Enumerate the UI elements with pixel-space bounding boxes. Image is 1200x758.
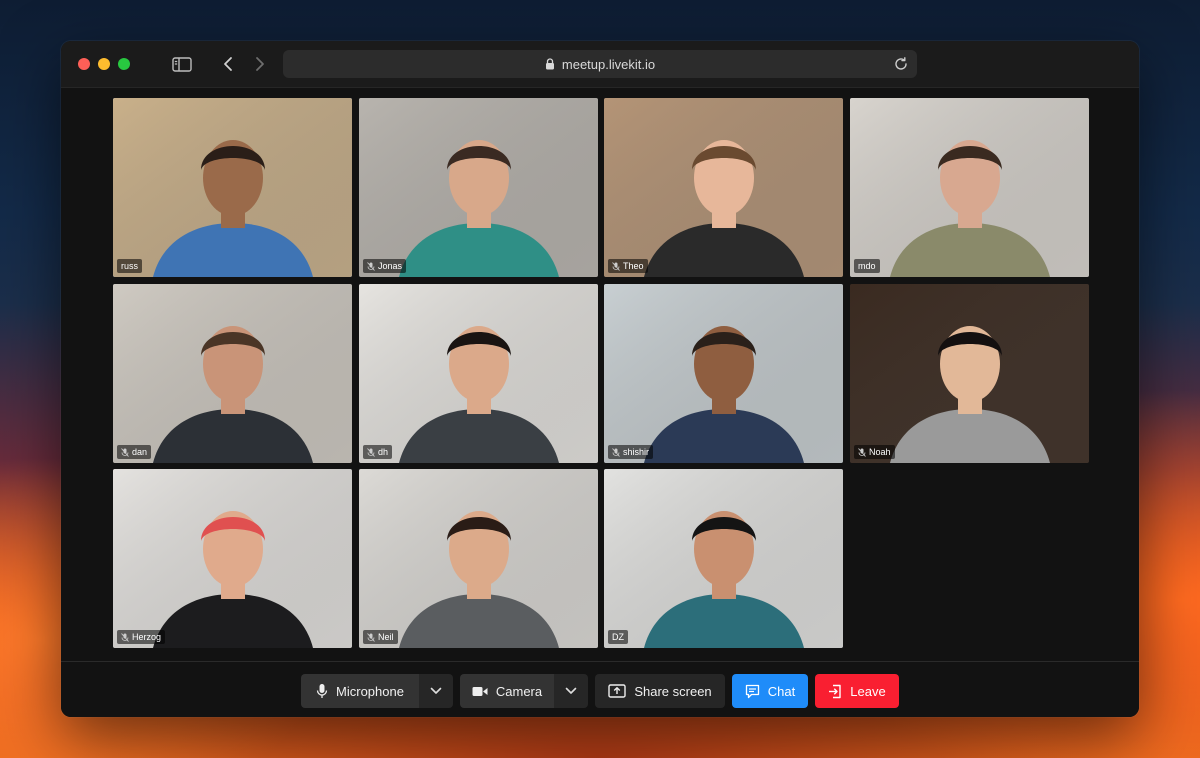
participant-tile[interactable]: Noah: [850, 284, 1089, 463]
participant-tile[interactable]: Theo: [604, 98, 843, 277]
participant-video: [604, 284, 843, 463]
chat-icon: [745, 684, 759, 698]
camera-label: Camera: [495, 683, 543, 699]
leave-button[interactable]: Leave: [815, 674, 899, 708]
participant-name-tag: mdo: [854, 259, 880, 273]
url-display: meetup.livekit.io: [283, 50, 917, 78]
leave-label: Leave: [850, 683, 886, 699]
mic-muted-icon: [612, 261, 620, 271]
participant-name: dan: [132, 447, 148, 457]
mic-muted-icon: [858, 447, 866, 457]
microphone-button[interactable]: Microphone: [301, 674, 419, 708]
participant-name-tag: Neil: [363, 630, 398, 644]
share-screen-button[interactable]: Share screen: [595, 674, 725, 708]
participant-name: russ: [121, 261, 139, 271]
participant-tile[interactable]: russ: [113, 98, 352, 277]
participant-name: mdo: [858, 261, 876, 271]
window-minimize-button[interactable]: [98, 58, 110, 70]
mic-muted-icon: [367, 261, 375, 271]
participant-name: Noah: [869, 447, 891, 457]
control-bar: Microphone Camera Share screen Chat Leav…: [61, 661, 1139, 717]
participant-name: DZ: [612, 632, 624, 642]
sidebar-toggle-icon[interactable]: [171, 54, 193, 74]
participant-name-tag: dh: [363, 445, 393, 459]
participant-name: shishir: [623, 447, 650, 457]
leave-icon: [829, 684, 841, 698]
back-arrow-icon[interactable]: [219, 54, 237, 74]
participant-video: [359, 469, 598, 648]
microphone-options-button[interactable]: [419, 674, 453, 708]
mic-muted-icon: [121, 447, 129, 457]
participant-tile[interactable]: shishir: [604, 284, 843, 463]
participant-name-tag: DZ: [608, 630, 628, 644]
window-maximize-button[interactable]: [118, 58, 130, 70]
mic-muted-icon: [612, 447, 620, 457]
participant-video: [850, 284, 1089, 463]
participant-tile[interactable]: Jonas: [359, 98, 598, 277]
participant-name-tag: Noah: [854, 445, 895, 459]
chat-button[interactable]: Chat: [732, 674, 808, 708]
participant-name: dh: [378, 447, 389, 457]
participant-tile[interactable]: mdo: [850, 98, 1089, 277]
participant-name-tag: dan: [117, 445, 152, 459]
participant-name-tag: Herzog: [117, 630, 166, 644]
participant-video: [359, 284, 598, 463]
share-screen-label: Share screen: [634, 683, 712, 699]
participant-video: [604, 98, 843, 277]
mic-muted-icon: [367, 447, 375, 457]
title-bar: meetup.livekit.io: [61, 41, 1139, 88]
participant-name-tag: russ: [117, 259, 143, 273]
chat-label: Chat: [767, 683, 796, 699]
forward-arrow-icon[interactable]: [251, 54, 269, 74]
participant-video: [850, 98, 1089, 277]
participant-video: [113, 469, 352, 648]
participant-tile[interactable]: dh: [359, 284, 598, 463]
reload-icon[interactable]: [893, 56, 909, 72]
participant-name: Jonas: [378, 261, 403, 271]
participant-name-tag: shishir: [608, 445, 654, 459]
participant-tile[interactable]: Herzog: [113, 469, 352, 648]
participant-name: Neil: [378, 632, 394, 642]
participant-tile[interactable]: Neil: [359, 469, 598, 648]
microphone-icon: [316, 684, 328, 698]
browser-window: meetup.livekit.io russ Jonas Theo mdo dan dh s…: [61, 41, 1139, 717]
participant-tile[interactable]: DZ: [604, 469, 843, 648]
chevron-down-icon: [565, 687, 577, 694]
window-close-button[interactable]: [78, 58, 90, 70]
participant-name: Herzog: [132, 632, 162, 642]
participant-tile[interactable]: dan: [113, 284, 352, 463]
camera-options-button[interactable]: [554, 674, 588, 708]
chevron-down-icon: [430, 687, 442, 694]
lock-icon: [545, 58, 554, 70]
url-text: meetup.livekit.io: [561, 56, 656, 72]
participant-video: [604, 469, 843, 648]
participant-video: [359, 98, 598, 277]
participant-video: [113, 98, 352, 277]
mic-muted-icon: [367, 632, 375, 642]
participant-name-tag: Theo: [608, 259, 648, 273]
camera-button[interactable]: Camera: [460, 674, 554, 708]
participant-name-tag: Jonas: [363, 259, 407, 273]
participant-name: Theo: [623, 261, 644, 271]
share-screen-icon: [608, 684, 627, 698]
participant-video: [113, 284, 352, 463]
address-bar[interactable]: meetup.livekit.io: [283, 50, 917, 78]
camera-icon: [472, 686, 488, 696]
microphone-label: Microphone: [336, 683, 404, 699]
mic-muted-icon: [121, 632, 129, 642]
